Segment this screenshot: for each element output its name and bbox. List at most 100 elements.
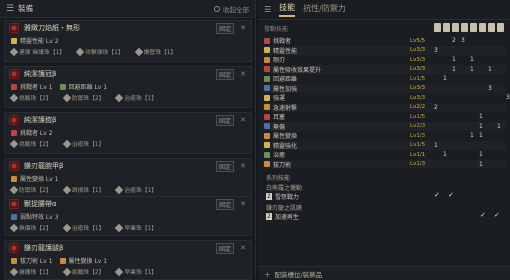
skill-icon [264, 94, 270, 101]
skill-name-cell: 拔刀術 [262, 160, 408, 169]
skill-row[interactable]: 屬性加強 Lv3/3 3 [262, 83, 506, 93]
skill-name-cell: 強運 [262, 93, 408, 102]
radio-icon [214, 5, 220, 12]
set-bonus-name: 雪怒戰力 [274, 194, 299, 201]
skill-name-cell: 回避距離 [262, 74, 408, 83]
skill-point-cell: 1 [497, 122, 501, 130]
skill-name-cell: 治癒 [262, 150, 408, 159]
decoration-label: 挑戰珠【2】 [71, 270, 105, 276]
skill-row[interactable]: 急速射擊 Lv2/2 2 [262, 102, 506, 112]
skill-icon [264, 75, 270, 82]
decoration[interactable]: 攻擊弾珠【1】 [75, 47, 124, 56]
slot-name: 鎌刃龍護腿β [24, 244, 64, 252]
skill-row[interactable]: 精靈性能 Lv3/3 3 [262, 45, 506, 55]
decoration-label: 擁護珠【1】 [19, 270, 52, 276]
decoration[interactable]: 護壁珠【1】 [134, 47, 176, 56]
decoration-icon [115, 223, 124, 232]
close-icon[interactable]: ✕ [239, 200, 247, 208]
decoration[interactable]: 治癒珠【1】 [115, 93, 157, 102]
skill-row[interactable]: 精靈強化 Lv1/5 1 [262, 140, 506, 150]
skill-name: 強運 [273, 95, 286, 103]
close-icon[interactable]: ✕ [239, 162, 247, 170]
skill-level: Lv3/3 [410, 56, 426, 63]
decoration[interactable]: 防禦珠【2】 [9, 185, 52, 194]
equipment-slot-chest[interactable]: 純潔護鎧β 固定 ✕ 挑戰者 Lv 2 挑戰珠【2】 治癒珠【1】 [4, 112, 252, 154]
belt-icon [9, 199, 19, 209]
skill-row[interactable]: 耳塞 Lv1/5 1 [262, 112, 506, 122]
close-icon[interactable]: ✕ [239, 116, 247, 124]
decoration[interactable]: 防禦珠【2】 [62, 93, 104, 102]
gauntlet-icon [9, 161, 19, 171]
slot-skill: 挑戰者 Lv 2 [5, 127, 251, 138]
equipment-slot-legs[interactable]: 鎌刃龍護腿β 固定 ✕ 拔刀術 Lv 1 屬性變換 Lv 1 擁護珠【1】 挑戰… [4, 240, 252, 280]
equipment-slot-waist[interactable]: 獸捉腰帶α 固定 ✕ 弱點特效 Lv 3 無傷珠【2】 治癒珠【1】 早業珠【1… [4, 196, 252, 236]
decoration[interactable]: 挑戰珠【2】 [9, 139, 52, 148]
skill-name: 無傷 [273, 123, 286, 131]
decoration-label: 治癒珠【1】 [124, 188, 158, 194]
skill-label: 挑戰者 Lv 2 [20, 130, 53, 137]
decoration-label: 早業珠【1】 [124, 226, 158, 232]
skill-name-cell: 耳塞 [262, 112, 408, 121]
close-icon[interactable]: ✕ [239, 244, 247, 252]
decoration-icon [134, 47, 143, 56]
decoration[interactable]: 早業珠【1】 [115, 223, 158, 232]
greaves-icon [9, 243, 19, 253]
hamburger-icon[interactable]: ☰ [6, 4, 14, 14]
decoration-label: 防禦珠【2】 [19, 188, 52, 194]
skill-row[interactable]: 強運 Lv3/3 3 [262, 93, 510, 103]
skill-name-cell: 無傷 [262, 122, 408, 131]
bottom-section[interactable]: ＋ 配裝槽位/裝飾品 [258, 266, 510, 280]
decoration-icon [115, 93, 124, 102]
skill-row[interactable]: 拔刀術 Lv1/3 1 [262, 159, 506, 169]
decoration[interactable]: 挑戰珠【2】 [62, 267, 105, 276]
fix-button[interactable]: 固定 [215, 22, 234, 34]
collapse-all-toggle[interactable]: 收起全部 [214, 4, 249, 14]
decoration[interactable]: 治癒珠【1】 [115, 185, 158, 194]
decoration-icon [62, 139, 71, 148]
set-bonus-name: 加速再生 [274, 214, 299, 221]
skill-name-cell: 屬性變換 [262, 131, 408, 140]
fix-button[interactable]: 固定 [215, 160, 234, 172]
decoration[interactable]: 擁護珠【1】 [9, 267, 52, 276]
skill-row[interactable]: 屬性變換 Lv1/3 1 1 [262, 131, 506, 141]
decoration[interactable]: 昂揚珠【1】 [62, 185, 104, 194]
skill-level: Lv1/5 [410, 75, 426, 82]
skill-point-cell: 1 [470, 132, 474, 140]
decoration[interactable]: 治癒珠【1】 [62, 139, 105, 148]
close-icon[interactable]: ✕ [239, 24, 247, 32]
skill-name: 拔刀術 [273, 161, 292, 169]
decoration[interactable]: 無傷珠【2】 [9, 223, 52, 232]
skill-row[interactable]: 治癒 Lv1/1 1 1 [262, 150, 506, 160]
decoration[interactable]: 挑戰珠【2】 [9, 93, 52, 102]
fix-button[interactable]: 固定 [215, 68, 234, 80]
skill-level: Lv3/3 [410, 66, 426, 73]
skill-icon [264, 104, 270, 111]
fix-button[interactable]: 固定 [215, 114, 234, 126]
close-icon[interactable]: ✕ [239, 70, 247, 78]
slot-name: 獸捉腰帶α [24, 200, 57, 208]
set-bonus-row[interactable]: 2 雪怒戰力 [266, 192, 299, 201]
skill-row[interactable]: 回避距離 Lv1/5 1 [262, 74, 506, 84]
skill-row[interactable]: 屬性吸收效果提升 Lv3/3 1 1 1 [262, 64, 506, 74]
fix-button[interactable]: 固定 [215, 242, 234, 254]
slot-skill: 精靈性能 Lv 2 [5, 35, 251, 46]
equipment-slot-arms[interactable]: 鎌刃龍腕甲β 固定 ✕ 屬性變換 Lv 1 防禦珠【2】 昂揚珠【1】 治癒珠【… [4, 158, 252, 200]
equipment-slot-weapon[interactable]: 雅緻刀焰紙・無形 固定 ✕ 精靈性能 Lv 2 連弾 擁護珠【1】 攻擊弾珠【1… [4, 20, 252, 62]
decoration-label: 連弾 擁護珠【1】 [19, 50, 66, 56]
decoration-row: 擁護珠【1】 挑戰珠【2】 早業珠【1】 [5, 266, 251, 277]
decoration-icon [9, 223, 19, 232]
skill-row[interactable]: 無傷 Lv2/3 1 1 [262, 121, 506, 131]
fix-button[interactable]: 固定 [215, 198, 234, 210]
decoration-label: 治癒珠【1】 [71, 142, 105, 148]
skill-icon [11, 37, 17, 44]
set-piece-count: 2 [266, 193, 272, 200]
decoration[interactable]: 早業珠【1】 [115, 267, 157, 276]
skill-name: 精靈強化 [273, 142, 298, 150]
skill-row[interactable]: 剛刃 Lv3/3 1 1 [262, 55, 506, 65]
bottom-section-label: 配裝槽位/裝飾品 [274, 270, 323, 279]
equipment-slot-head[interactable]: 純潔護冠β 固定 ✕ 挑戰者 Lv 1 回避距離 Lv 1 挑戰珠【2】 防禦珠… [4, 66, 252, 108]
decoration[interactable]: 連弾 擁護珠【1】 [9, 47, 66, 56]
skill-row[interactable]: 挑戰者 Lv5/5 2 3 [262, 36, 506, 46]
decoration[interactable]: 治癒珠【1】 [62, 223, 104, 232]
set-bonus-row[interactable]: 2 加速再生 [266, 212, 299, 221]
